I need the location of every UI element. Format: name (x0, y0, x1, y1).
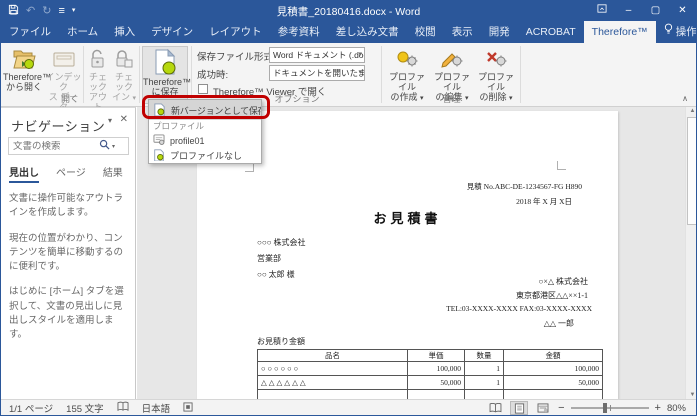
margin-cropmark (557, 161, 566, 170)
tab-mailings[interactable]: 差し込み文書 (328, 21, 407, 43)
recipient-department: 営業部 (257, 253, 281, 264)
nav-tab-results[interactable]: 結果 (103, 164, 123, 183)
scrollbar-thumb[interactable] (687, 117, 697, 225)
read-mode-button[interactable] (486, 401, 504, 415)
sender-tel-fax: TEL:03-XXXX-XXXX FAX:03-XXXX-XXXX (446, 304, 592, 313)
navigation-pane: ナビゲーション ▾ ✕ ▾ 見出し ページ 結果 文書に操作可能なアウトラインを… (1, 107, 136, 399)
chevron-down-icon: ▾ (358, 48, 362, 62)
menu-item-save-new-version[interactable]: 新バージョンとして保存 (149, 100, 261, 120)
open-from-therefore-icon (3, 46, 45, 72)
vertical-scrollbar[interactable]: ▲ ▼ (685, 107, 697, 399)
tab-insert[interactable]: 挿入 (106, 21, 143, 43)
zoom-slider-thumb[interactable] (603, 403, 607, 413)
zoom-slider[interactable] (571, 407, 649, 409)
table-row: △△△△△△ 50,000 1 50,000 (258, 376, 603, 390)
table-row (258, 390, 603, 400)
table-row: ○○○○○○ 100,000 1 100,000 (258, 362, 603, 376)
tell-me-assistant[interactable]: 操作アシスト (656, 21, 697, 43)
tab-therefore[interactable]: Therefore™ (584, 21, 656, 43)
tab-view[interactable]: 表示 (444, 21, 481, 43)
group-label-manage: 管理 (385, 92, 518, 105)
save-to-therefore-icon (143, 47, 187, 77)
zoom-percentage[interactable]: 80% (667, 403, 686, 414)
macro-record-icon[interactable] (183, 402, 193, 415)
zoom-in-button[interactable]: + (655, 402, 661, 414)
navigation-help-text: 文書に操作可能なアウトラインを作成します。 現在の位置がわかり、コンテンツを簡単… (9, 192, 129, 353)
sender-address: 東京都港区△△××1-1 (516, 290, 588, 301)
window-title: 見積書_20180416.docx - Word (1, 4, 696, 19)
ribbon-tab-row: ファイル ホーム 挿入 デザイン レイアウト 参考資料 差し込み文書 校閲 表示… (1, 21, 696, 43)
zoom-out-button[interactable]: − (558, 402, 564, 414)
tab-design[interactable]: デザイン (143, 21, 201, 43)
sender-company: ○×△ 株式会社 (539, 276, 589, 287)
menu-item-no-profile[interactable]: プロファイルなし (149, 148, 261, 163)
search-options-icon[interactable]: ▾ (112, 143, 115, 150)
zoom-notch (610, 405, 611, 411)
estimate-number: 見積 No.ABC-DE-1234567-FG H890 (467, 181, 582, 192)
proofing-status-icon[interactable] (117, 401, 129, 415)
close-icon[interactable]: ✕ (120, 114, 128, 125)
word-count[interactable]: 155 文字 (66, 401, 104, 415)
margin-cropmark (245, 163, 254, 172)
no-profile-icon (153, 149, 165, 163)
lightbulb-icon (664, 21, 673, 43)
search-input[interactable] (9, 141, 97, 152)
nav-tab-headings[interactable]: 見出し (9, 164, 39, 183)
search-icon[interactable] (99, 137, 110, 155)
scroll-down-icon[interactable]: ▼ (686, 392, 697, 398)
scroll-up-icon[interactable]: ▲ (686, 108, 697, 114)
save-format-label: 保存ファイル形式: (197, 49, 276, 63)
unlock-icon (85, 46, 111, 72)
tab-layout[interactable]: レイアウト (201, 21, 270, 43)
create-profile-icon (385, 46, 429, 72)
tab-acrobat[interactable]: ACROBAT (518, 21, 584, 43)
title-bar: ↶ ↻ ≡ ▾ 見積書_20180416.docx - Word – ▢ ✕ (1, 1, 696, 21)
menu-section-profile: プロファイル (149, 120, 261, 133)
save-format-combobox[interactable]: Word ドキュメント (.docx) ▾ (269, 47, 365, 63)
on-success-label: 成功時: (197, 67, 228, 81)
page-indicator[interactable]: 1/1 ページ (9, 401, 53, 415)
document-search-box[interactable]: ▾ (8, 137, 129, 155)
chevron-down-icon: ▾ (358, 66, 362, 80)
chevron-down-icon[interactable]: ▾ (108, 116, 112, 125)
save-version-icon (153, 103, 166, 118)
edit-profile-icon (430, 46, 474, 72)
sender-person: △△ 一郎 (544, 318, 574, 329)
word-window: ↶ ↻ ≡ ▾ 見積書_20180416.docx - Word – ▢ ✕ フ… (0, 0, 697, 416)
document-title: お見積書 (197, 208, 618, 227)
navigation-pane-title: ナビゲーション (11, 116, 105, 135)
ribbon: Therefore™ から開く インデック ス データ チェック アウト チェッ… (1, 43, 696, 107)
recipient-person: ○○ 太郎 様 (257, 269, 295, 280)
amount-label: お見積り金額 (257, 336, 305, 347)
collapse-ribbon-icon[interactable]: ∧ (682, 94, 688, 103)
tab-review[interactable]: 校閲 (407, 21, 444, 43)
language-indicator[interactable]: 日本語 (142, 401, 171, 415)
status-bar: 1/1 ページ 155 文字 日本語 − (1, 399, 696, 416)
save-to-therefore-button[interactable]: Therefore™ に保存 (142, 46, 188, 104)
menu-item-profile01[interactable]: profile01 (149, 133, 261, 148)
on-success-combobox[interactable]: ドキュメントを開いたままにする ▾ (269, 65, 365, 81)
delete-profile-icon (474, 46, 518, 72)
table-header-row: 品名 単価 数量 金額 (258, 350, 603, 362)
estimate-date: 2018 年 X 月 X日 (516, 196, 572, 207)
tab-developer[interactable]: 開発 (481, 21, 518, 43)
tab-references[interactable]: 参考資料 (270, 21, 328, 43)
recipient-company: ○○○ 株式会社 (257, 237, 306, 248)
estimate-table: 品名 単価 数量 金額 ○○○○○○ 100,000 1 100,000 △△△… (257, 349, 603, 399)
profile-icon (153, 134, 165, 147)
tab-file[interactable]: ファイル (1, 21, 59, 43)
save-dropdown-menu: 新バージョンとして保存 プロファイル profile01 プロファイルなし (148, 99, 262, 164)
web-layout-button[interactable] (534, 401, 552, 415)
print-layout-button[interactable] (510, 401, 528, 415)
lock-icon (111, 46, 137, 72)
tab-home[interactable]: ホーム (59, 21, 106, 43)
nav-tab-pages[interactable]: ページ (56, 164, 86, 183)
navigation-tabs: 見出し ページ 結果 (9, 164, 123, 183)
index-data-icon (45, 46, 82, 72)
group-label-open: 開く (3, 92, 137, 105)
